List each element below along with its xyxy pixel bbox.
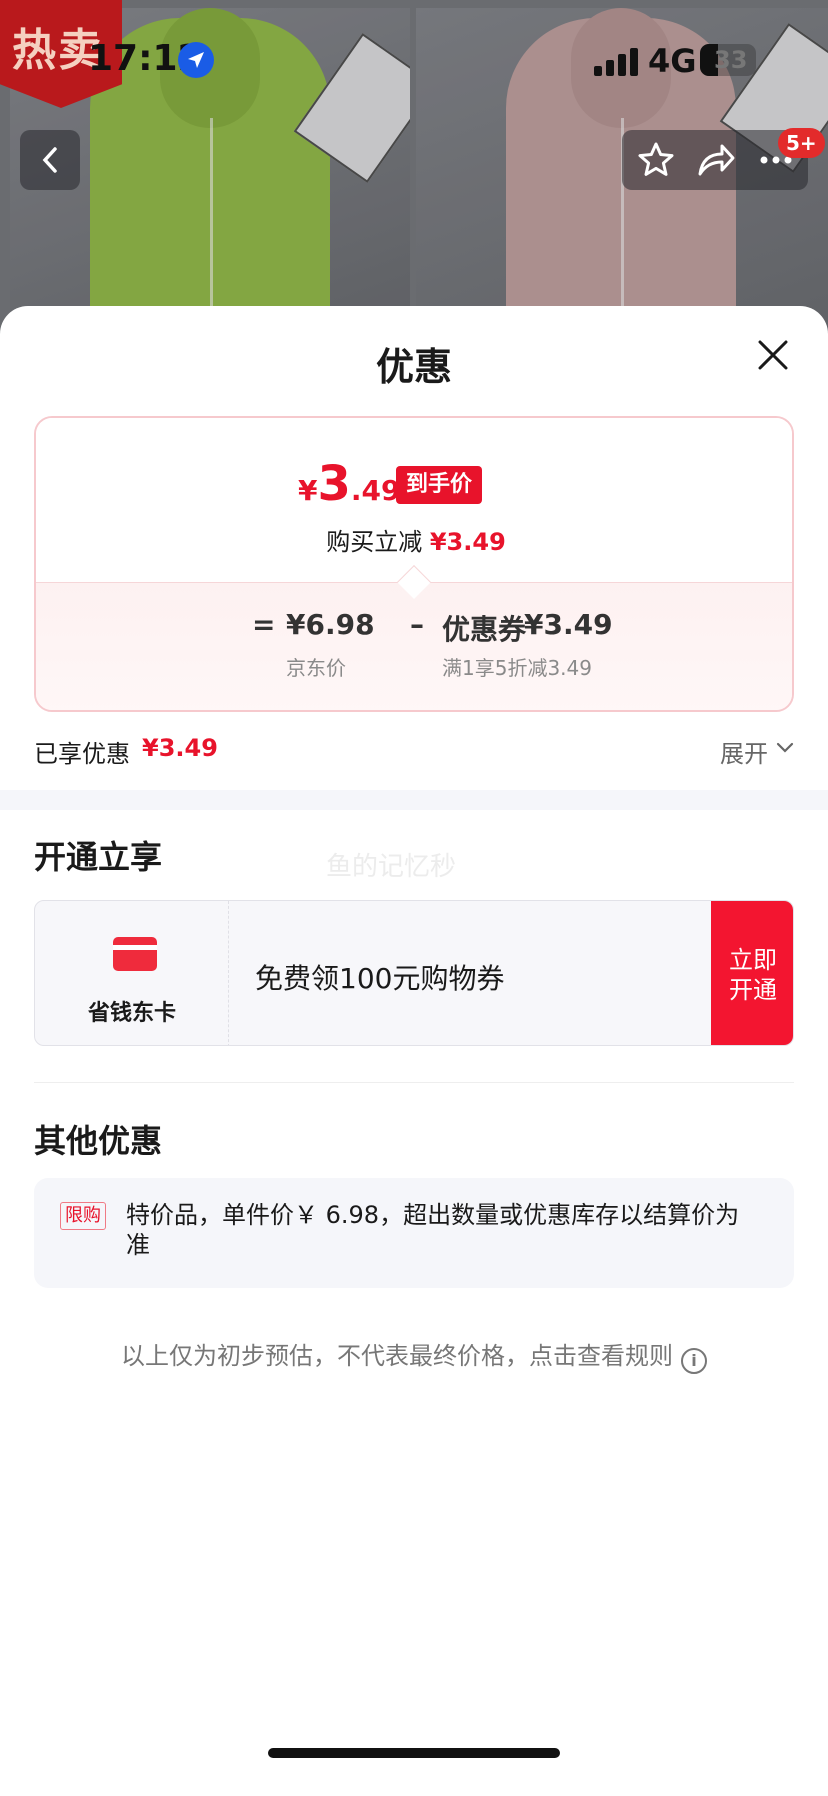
- info-icon[interactable]: i: [681, 1348, 707, 1374]
- notification-badge: 5+: [778, 128, 825, 158]
- member-section-title: 开通立享: [34, 838, 163, 876]
- final-price: ¥3.49: [298, 456, 401, 512]
- sheet-title: 优惠: [375, 345, 452, 389]
- instant-discount: 购买立减 ¥3.49: [326, 528, 506, 556]
- formula-equals: =: [252, 608, 276, 641]
- open-now-button[interactable]: 立即 开通: [711, 901, 793, 1045]
- share-icon[interactable]: [696, 140, 736, 180]
- divider: [34, 1082, 794, 1083]
- watermark: 鱼的记忆秒: [326, 852, 457, 882]
- formula-jd-price: ¥6.98: [286, 608, 375, 641]
- price-breakdown-card: ¥3.49 到手价 购买立减 ¥3.49 = ¥6.98 – 优惠券 ¥3.49…: [34, 416, 794, 712]
- close-icon: [758, 340, 788, 370]
- other-discount-box: 限购 特价品，单件价￥ 6.98，超出数量或优惠库存以结算价为准: [34, 1178, 794, 1288]
- other-discount-text: 特价品，单件价￥ 6.98，超出数量或优惠库存以结算价为准: [126, 1201, 740, 1259]
- enjoyed-value: ¥3.49: [142, 734, 218, 762]
- back-chevron-icon: [42, 147, 57, 173]
- final-price-tag: 到手价: [396, 466, 483, 504]
- member-description: 免费领100元购物券: [255, 962, 505, 995]
- section-divider: [0, 790, 828, 810]
- discount-sheet: 优惠 ¥3.49 到手价 购买立减 ¥3.49 = ¥6.98 – 优惠券 ¥3…: [0, 306, 828, 1796]
- card-icon: [113, 937, 157, 971]
- other-section-title: 其他优惠: [34, 1122, 163, 1160]
- home-indicator: [268, 1748, 560, 1758]
- jd-price-label: 京东价: [286, 656, 346, 680]
- enjoyed-label: 已享优惠: [34, 740, 130, 768]
- network-label: 4G: [648, 42, 697, 80]
- expand-toggle[interactable]: 展开: [720, 734, 794, 769]
- star-icon[interactable]: [636, 140, 676, 180]
- rules-link[interactable]: 以上仅为初步预估，不代表最终价格，点击查看规则 i: [0, 1336, 828, 1374]
- formula-minus: –: [410, 608, 424, 641]
- limit-tag: 限购: [60, 1202, 106, 1230]
- coupon-rule: 满1享5折减3.49: [442, 656, 592, 680]
- signal-icon: [594, 48, 638, 76]
- member-card[interactable]: 省钱东卡 免费领100元购物券 立即 开通: [34, 900, 794, 1046]
- enjoyed-discount-row: 已享优惠 ¥3.49 展开: [34, 726, 794, 770]
- formula-coupon-label: 优惠券: [442, 613, 527, 646]
- member-card-name: 省钱东卡: [87, 1001, 176, 1026]
- close-button[interactable]: [756, 338, 790, 372]
- chevron-down-icon: [776, 742, 794, 753]
- back-button[interactable]: [20, 130, 80, 190]
- formula-coupon-value: ¥3.49: [524, 608, 613, 641]
- location-arrow-icon: [178, 42, 214, 78]
- product-gallery: 热卖 17:12 4G 33 5+: [0, 0, 828, 340]
- battery-icon: 33: [700, 44, 756, 76]
